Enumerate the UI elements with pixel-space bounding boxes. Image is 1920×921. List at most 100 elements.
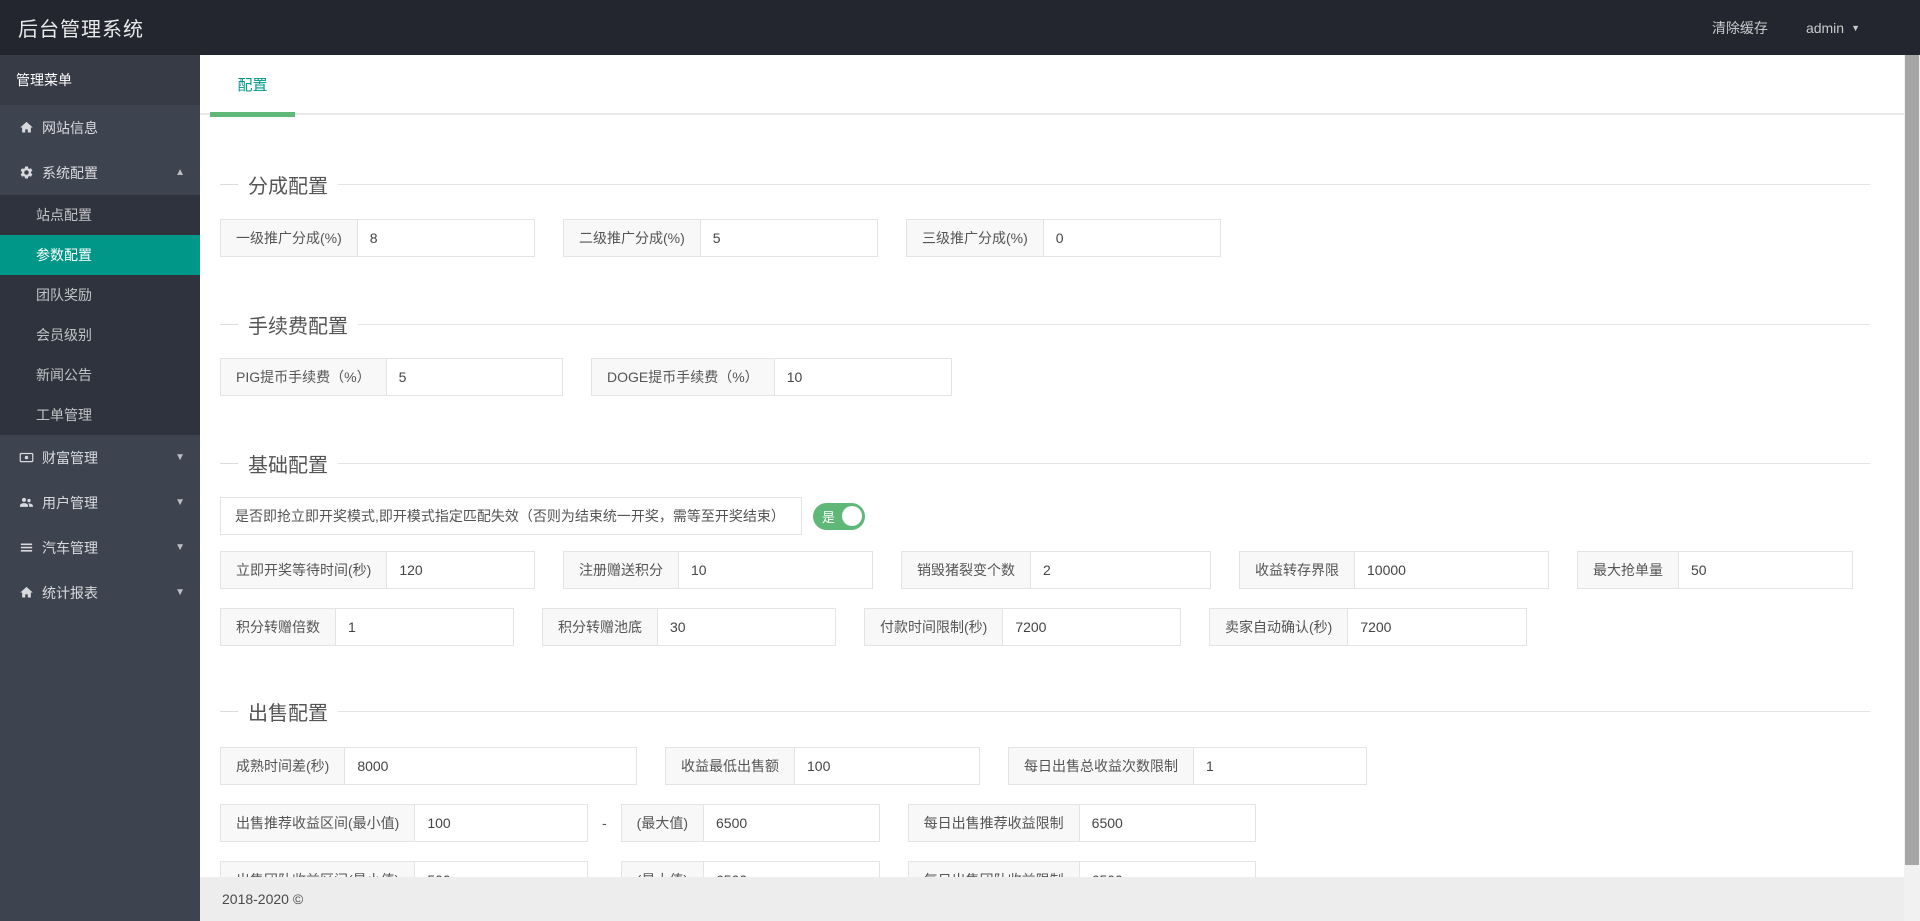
form-row: 一级推广分成(%) 二级推广分成(%) 三级推广分成(%): [220, 219, 1870, 257]
section-title-fee: 手续费配置: [220, 309, 1870, 339]
sidebar: 管理菜单 网站信息 系统配置 ▲ 站点配置 参数配置 团队奖励 会员级别 新闻公…: [0, 55, 200, 921]
sidebar-item-reports[interactable]: 统计报表 ▼: [0, 570, 200, 615]
user-menu[interactable]: admin ▼: [1806, 20, 1860, 36]
main-content: 配置 分成配置 一级推广分成(%) 二级推广分成(%) 三级: [200, 55, 1920, 921]
destroy-split-input[interactable]: [1031, 552, 1210, 588]
field-label: 付款时间限制(秒): [865, 609, 1004, 645]
footer: 2018-2020 ©: [200, 877, 1904, 921]
subitem-label: 新闻公告: [36, 367, 92, 383]
sidebar-item-wealth[interactable]: 财富管理 ▼: [0, 435, 200, 480]
divider: [338, 710, 1870, 712]
points-multiple-input[interactable]: [336, 609, 513, 645]
mature-time-input[interactable]: [345, 748, 636, 784]
sidebar-item-users[interactable]: 用户管理 ▼: [0, 480, 200, 525]
sidebar-item-cars[interactable]: 汽车管理 ▼: [0, 525, 200, 570]
sidebar-subitem-site-config[interactable]: 站点配置: [0, 195, 200, 235]
sidebar-subitem-member-level[interactable]: 会员级别: [0, 315, 200, 355]
points-pool-input[interactable]: [658, 609, 835, 645]
wait-time-input[interactable]: [387, 552, 534, 588]
sidebar-item-label: 系统配置: [42, 164, 98, 181]
scrollbar-track[interactable]: [1904, 55, 1920, 921]
field-rec-max: (最大值): [620, 804, 880, 842]
field-label: 积分转赠池底: [543, 609, 658, 645]
sidebar-subitem-news[interactable]: 新闻公告: [0, 355, 200, 395]
seller-auto-confirm-input[interactable]: [1348, 609, 1526, 645]
range-separator: -: [602, 815, 607, 831]
field-daily-sell-count: 每日出售总收益次数限制: [1008, 747, 1367, 785]
tab-config[interactable]: 配置: [210, 55, 295, 117]
field-destroy-split: 销毁猪裂变个数: [901, 551, 1211, 589]
field-label: 卖家自动确认(秒): [1210, 609, 1349, 645]
subitem-label: 团队奖励: [36, 287, 92, 303]
level2-share-input[interactable]: [700, 220, 877, 256]
sidebar-subitem-team-reward[interactable]: 团队奖励: [0, 275, 200, 315]
level3-share-input[interactable]: [1043, 220, 1220, 256]
tab-label: 配置: [237, 76, 268, 94]
system-config-submenu: 站点配置 参数配置 团队奖励 会员级别 新闻公告 工单管理: [0, 195, 200, 435]
level1-share-input[interactable]: [357, 220, 534, 256]
clear-cache-button[interactable]: 清除缓存: [1712, 18, 1768, 38]
divider: [338, 462, 1870, 464]
min-sell-input[interactable]: [795, 748, 979, 784]
chevron-down-icon: ▼: [1851, 22, 1860, 33]
field-label: DOGE提币手续费（%）: [592, 359, 775, 395]
scrollbar-thumb[interactable]: [1905, 55, 1919, 865]
reg-points-input[interactable]: [679, 552, 872, 588]
sidebar-subitem-param-config[interactable]: 参数配置: [0, 235, 200, 275]
divider: [220, 323, 238, 325]
rec-max-input[interactable]: [704, 805, 879, 841]
username-label: admin: [1805, 19, 1845, 36]
field-wait-time: 立即开奖等待时间(秒): [220, 551, 535, 589]
sidebar-header: 管理菜单: [0, 55, 200, 105]
field-level3-share: 三级推广分成(%): [906, 219, 1221, 257]
chevron-down-icon: ▼: [175, 452, 185, 463]
list-icon: [19, 540, 34, 555]
navbar-right: 清除缓存 admin ▼: [1712, 18, 1860, 38]
rec-daily-input[interactable]: [1079, 805, 1255, 841]
field-rec-min: 出售推荐收益区间(最小值): [220, 804, 588, 842]
chevron-up-icon: ▲: [175, 167, 185, 178]
section-title-sell: 出售配置: [220, 696, 1870, 726]
sidebar-subitem-work-order[interactable]: 工单管理: [0, 395, 200, 435]
field-label: 一级推广分成(%): [221, 220, 358, 256]
section-title-text: 基础配置: [248, 454, 328, 477]
field-label: PIG提币手续费（%）: [221, 359, 387, 395]
gears-icon: [19, 165, 34, 180]
divider: [220, 710, 238, 712]
pay-time-limit-input[interactable]: [1003, 609, 1180, 645]
home-icon: [19, 120, 34, 135]
field-label: 每日出售推荐收益限制: [908, 805, 1080, 841]
form-row: PIG提币手续费（%） DOGE提币手续费（%）: [220, 358, 1870, 396]
field-label: (最大值): [621, 805, 704, 841]
form-row: 成熟时间差(秒) 收益最低出售额 每日出售总收益次数限制: [220, 747, 1870, 785]
chevron-down-icon: ▼: [175, 542, 185, 553]
divider: [358, 323, 1870, 325]
subitem-label: 工单管理: [36, 407, 92, 423]
rec-min-input[interactable]: [415, 805, 587, 841]
divider: [338, 183, 1870, 185]
toggle-on-label: 是: [822, 509, 836, 525]
chevron-down-icon: ▼: [175, 497, 185, 508]
money-icon: [19, 450, 34, 465]
doge-fee-input[interactable]: [774, 359, 951, 395]
sidebar-item-label: 财富管理: [42, 449, 98, 466]
users-icon: [19, 495, 34, 510]
field-label: 收益最低出售额: [666, 748, 795, 784]
sidebar-item-system-config[interactable]: 系统配置 ▲: [0, 150, 200, 195]
pig-fee-input[interactable]: [386, 359, 562, 395]
form-row: 立即开奖等待时间(秒) 注册赠送积分 销毁猪裂变个数 收益转存界限 最大抢单量: [220, 551, 1870, 589]
field-label: 收益转存界限: [1240, 552, 1355, 588]
field-doge-fee: DOGE提币手续费（%）: [591, 358, 952, 396]
field-label: 立即开奖等待时间(秒): [221, 552, 388, 588]
field-level2-share: 二级推广分成(%): [563, 219, 878, 257]
sidebar-item-label: 网站信息: [42, 119, 98, 136]
daily-sell-count-input[interactable]: [1194, 748, 1366, 784]
copyright-text: 2018-2020 ©: [222, 891, 304, 907]
sidebar-item-website-info[interactable]: 网站信息: [0, 105, 200, 150]
field-reg-points: 注册赠送积分: [563, 551, 873, 589]
field-pay-time-limit: 付款时间限制(秒): [864, 608, 1181, 646]
field-max-grab: 最大抢单量: [1577, 551, 1853, 589]
max-grab-input[interactable]: [1679, 552, 1852, 588]
instant-mode-toggle[interactable]: 是: [813, 502, 865, 530]
income-limit-input[interactable]: [1355, 552, 1548, 588]
